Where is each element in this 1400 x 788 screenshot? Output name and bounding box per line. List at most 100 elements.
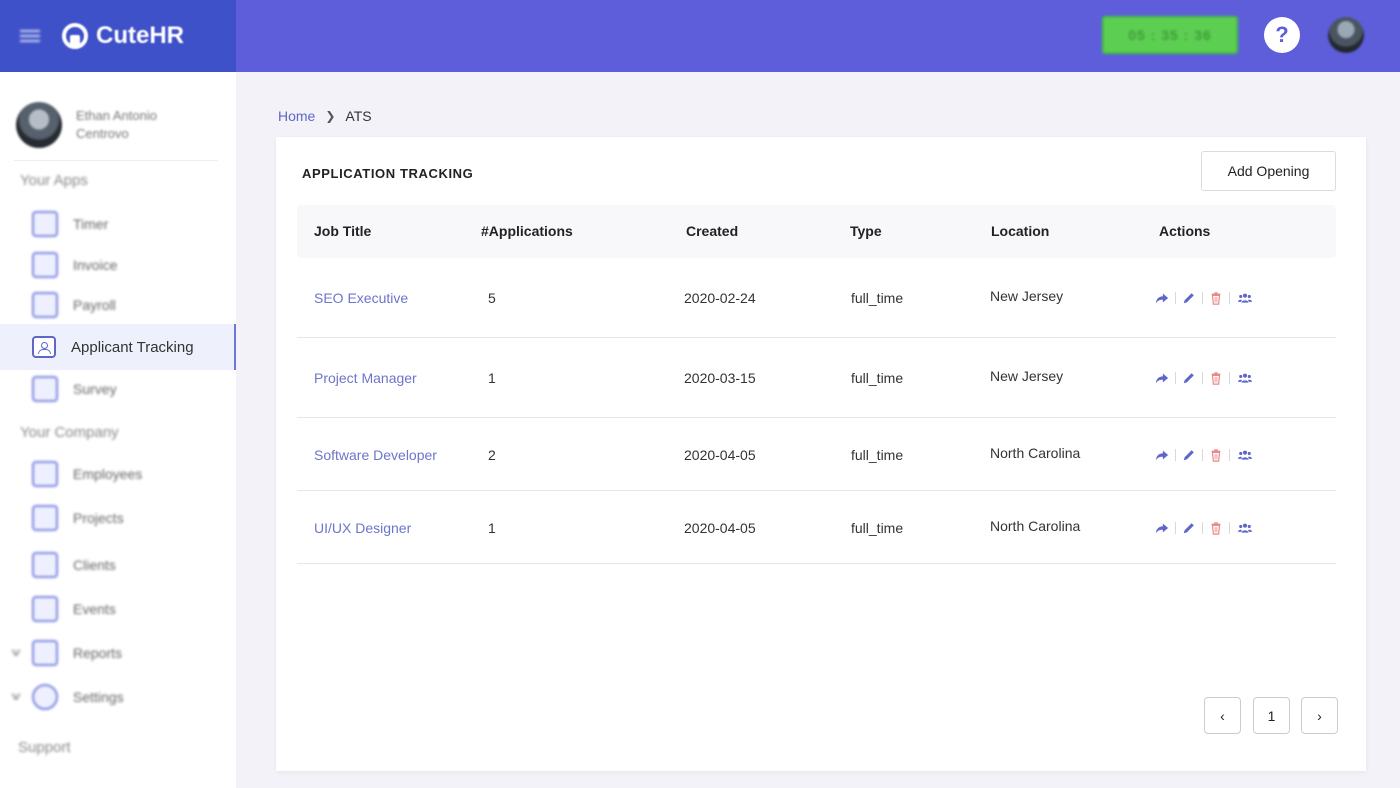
timer-icon [32,211,58,237]
sidebar-item-projects[interactable]: Projects [0,497,236,539]
column-header-location: Location [991,223,1050,239]
sidebar-item-timer[interactable]: Timer [0,203,236,245]
app-logo-text: CuteHR [96,22,184,49]
sidebar-item-payroll[interactable]: Payroll [0,284,236,326]
sidebar: Ethan Antonio Centrovo Your Apps Timer I… [0,72,236,788]
reports-icon [32,640,58,666]
chevron-right-icon: ❯ [325,109,336,123]
table-row: SEO Executive 5 2020-02-24 full_time New Jer… [297,258,1336,338]
job-type: full_time [851,447,904,463]
applicants-icon[interactable] [1236,291,1254,305]
profile-avatar [16,102,62,148]
delete-icon[interactable] [1209,291,1223,305]
job-title-link[interactable]: Project Manager [314,370,417,386]
sidebar-divider [14,160,218,161]
applicant-tracking-icon [32,336,56,358]
settings-icon [32,684,58,710]
column-header-actions: Actions [1159,223,1211,239]
clients-icon [32,552,58,578]
profile-name: Ethan Antonio Centrovo [76,108,157,141]
pagination-next-button[interactable]: › [1301,697,1338,734]
delete-icon[interactable] [1209,371,1223,385]
edit-icon[interactable] [1182,291,1196,305]
invoice-icon [32,252,58,278]
job-location: North Carolina [990,518,1081,534]
applications-count: 1 [488,520,496,536]
sidebar-item-label: Clients [73,557,116,573]
delete-icon[interactable] [1209,521,1223,535]
sidebar-item-label: Timer [73,216,109,232]
job-type: full_time [851,520,904,536]
section-title-your-company: Your Company [20,424,119,441]
share-icon[interactable] [1155,521,1169,535]
job-location: New Jersey [990,288,1064,304]
section-title-your-apps: Your Apps [20,172,88,189]
sidebar-item-invoice[interactable]: Invoice [0,244,236,286]
survey-icon [32,376,58,402]
edit-icon[interactable] [1182,448,1196,462]
projects-icon [32,505,58,531]
sidebar-item-label: Invoice [73,257,118,273]
sidebar-item-label: Survey [73,381,117,397]
logo-icon [62,23,88,49]
applications-count: 5 [488,290,496,306]
job-location: North Carolina [990,445,1081,461]
applicants-icon[interactable] [1236,521,1254,535]
column-header-type: Type [850,223,882,239]
applicants-icon[interactable] [1236,371,1254,385]
breadcrumb: Home ❯ ATS [278,108,372,124]
created-date: 2020-03-15 [684,370,756,386]
user-avatar[interactable] [1328,17,1364,53]
application-tracking-card: APPLICATION TRACKING Add Opening Job Tit… [276,137,1366,771]
menu-toggle-icon[interactable] [20,28,40,44]
job-type: full_time [851,370,904,386]
job-title-link[interactable]: Software Developer [314,447,437,463]
top-bar: 05 : 35 : 36 ? [236,0,1400,72]
sidebar-item-label: Settings [73,689,124,705]
edit-icon[interactable] [1182,521,1196,535]
row-actions [1155,448,1254,462]
created-date: 2020-04-05 [684,520,756,536]
sidebar-item-label: Payroll [73,297,116,313]
sidebar-item-survey[interactable]: Survey [0,368,236,410]
created-date: 2020-04-05 [684,447,756,463]
sidebar-item-label: Events [73,601,116,617]
sidebar-item-settings[interactable]: v Settings [0,676,236,718]
column-header-applications: #Applications [481,223,573,239]
share-icon[interactable] [1155,291,1169,305]
column-header-job-title: Job Title [314,223,372,239]
edit-icon[interactable] [1182,371,1196,385]
row-actions [1155,521,1254,535]
chevron-down-icon: v [12,689,20,703]
chevron-down-icon: v [12,645,20,659]
sidebar-item-support[interactable]: Support [18,739,71,756]
sidebar-item-label: Projects [73,510,124,526]
sidebar-item-applicant-tracking[interactable]: Applicant Tracking [0,324,236,370]
created-date: 2020-02-24 [684,290,756,306]
add-opening-button[interactable]: Add Opening [1201,151,1336,191]
sidebar-item-label: Employees [73,466,143,482]
breadcrumb-home-link[interactable]: Home [278,108,315,124]
sidebar-profile[interactable]: Ethan Antonio Centrovo [16,102,186,148]
sidebar-item-events[interactable]: Events [0,588,236,630]
help-button[interactable]: ? [1264,17,1300,53]
sidebar-item-employees[interactable]: Employees [0,453,236,495]
table-row: Software Developer 2 2020-04-05 full_time No… [297,418,1336,491]
sidebar-item-reports[interactable]: v Reports [0,632,236,674]
applications-count: 1 [488,370,496,386]
job-title-link[interactable]: SEO Executive [314,290,408,306]
table-body: SEO Executive 5 2020-02-24 full_time New Jer… [297,258,1336,564]
sidebar-item-clients[interactable]: Clients [0,544,236,586]
pagination-page-button[interactable]: 1 [1253,697,1290,734]
pagination-prev-button[interactable]: ‹ [1204,697,1241,734]
jobs-table: Job Title #Applications Created Type Loc… [297,205,1336,564]
delete-icon[interactable] [1209,448,1223,462]
employees-icon [32,461,58,487]
timer-button[interactable]: 05 : 35 : 36 [1102,16,1238,54]
share-icon[interactable] [1155,371,1169,385]
job-title-link[interactable]: UI/UX Designer [314,520,411,536]
share-icon[interactable] [1155,448,1169,462]
column-header-created: Created [686,223,739,239]
applicants-icon[interactable] [1236,448,1254,462]
table-header: Job Title #Applications Created Type Loc… [297,205,1336,258]
